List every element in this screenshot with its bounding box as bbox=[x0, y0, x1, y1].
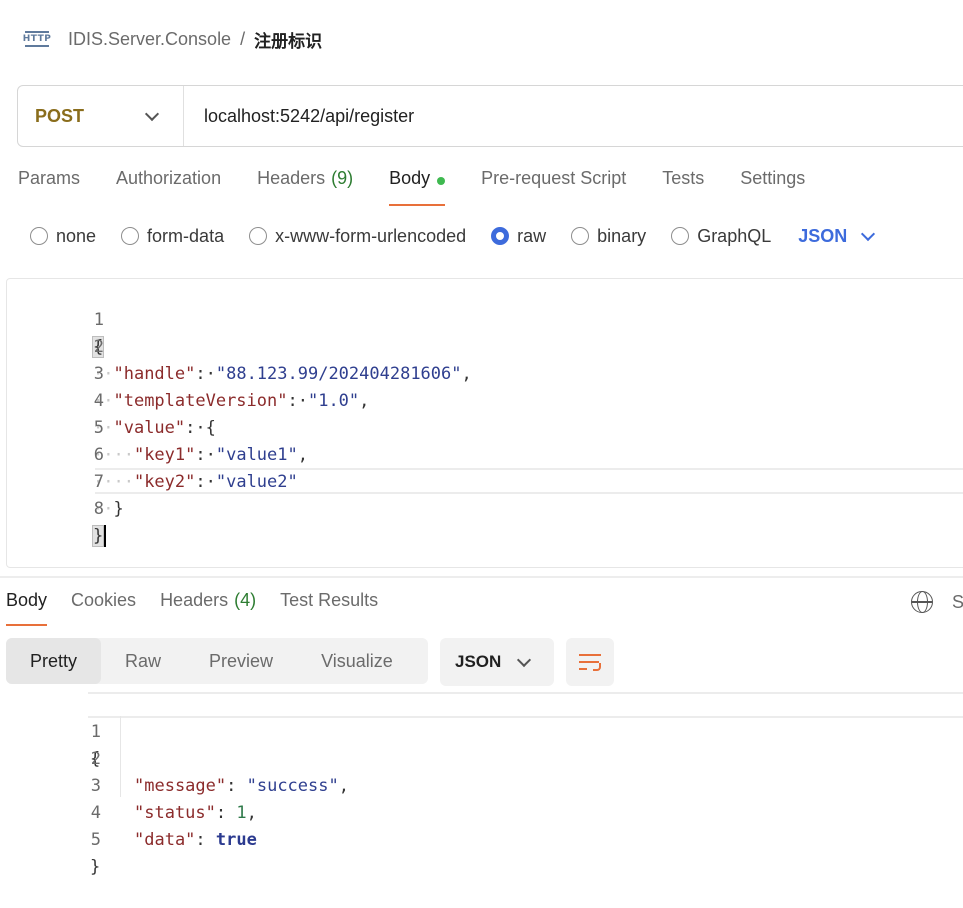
tab-params[interactable]: Params bbox=[18, 168, 80, 206]
response-view-selector: Pretty Raw Preview Visualize bbox=[6, 638, 428, 684]
code-line: 3 ··"templateVersion":·"1.0", bbox=[7, 334, 963, 411]
tab-authorization[interactable]: Authorization bbox=[116, 168, 221, 206]
response-format-select[interactable]: JSON bbox=[440, 638, 554, 686]
headers-count: (9) bbox=[331, 168, 354, 188]
radio-circle bbox=[571, 227, 590, 245]
wrap-lines-icon-line bbox=[579, 668, 587, 670]
radio-circle bbox=[30, 227, 48, 245]
tab-cookies[interactable]: Cookies bbox=[71, 590, 136, 626]
code-line: 8 } bbox=[7, 469, 963, 547]
request-tabs: Params Authorization Headers (9) Body Pre… bbox=[18, 168, 841, 208]
matched-brace: } bbox=[91, 525, 105, 547]
http-icon: HTTP bbox=[23, 28, 51, 50]
view-raw[interactable]: Raw bbox=[101, 638, 185, 684]
json-boolean: true bbox=[215, 830, 257, 850]
pane-divider[interactable] bbox=[0, 576, 963, 578]
chevron-down-icon bbox=[517, 652, 532, 667]
chevron-down-icon bbox=[144, 106, 160, 121]
request-name[interactable]: 注册标识 bbox=[254, 27, 322, 52]
code-line: 1 { bbox=[0, 692, 963, 769]
tab-test-results[interactable]: Test Results bbox=[280, 590, 378, 626]
indent-guide-line bbox=[120, 716, 121, 797]
tab-response-body[interactable]: Body bbox=[6, 590, 48, 626]
breadcrumb-separator: / bbox=[240, 28, 246, 49]
method-label: POST bbox=[35, 105, 85, 126]
radio-binary[interactable]: binary bbox=[571, 226, 646, 247]
view-preview[interactable]: Preview bbox=[185, 638, 297, 684]
radio-circle bbox=[671, 227, 690, 245]
response-body-viewer[interactable]: 1 { 2 "message": "success", 3 "status": … bbox=[0, 692, 963, 877]
code-line: 3 "status": 1, bbox=[0, 746, 963, 823]
json-brace: } bbox=[113, 499, 124, 519]
method-select[interactable]: POST bbox=[18, 86, 184, 146]
radio-form-data[interactable]: form-data bbox=[121, 226, 224, 247]
headers-count: (4) bbox=[234, 590, 257, 610]
view-visualize[interactable]: Visualize bbox=[297, 638, 417, 684]
tab-pre-request-script[interactable]: Pre-request Script bbox=[481, 168, 626, 206]
code-line: 6 ····"key2":·"value2" bbox=[7, 415, 963, 492]
json-key: "data" bbox=[134, 830, 196, 850]
breadcrumb: HTTP IDIS.Server.Console / 注册标识 bbox=[23, 24, 322, 54]
tab-settings[interactable]: Settings bbox=[740, 168, 805, 206]
radio-circle bbox=[249, 227, 268, 245]
tab-tests[interactable]: Tests bbox=[662, 168, 704, 206]
wrap-lines-icon bbox=[579, 654, 601, 656]
radio-graphql[interactable]: GraphQL bbox=[671, 226, 771, 247]
radio-circle bbox=[121, 227, 140, 245]
chevron-down-icon bbox=[861, 226, 876, 241]
line-number: 5 bbox=[90, 830, 101, 850]
radio-circle-checked bbox=[491, 227, 510, 245]
response-tabs: Body Cookies Headers (4) Test Results bbox=[6, 590, 402, 626]
globe-icon[interactable] bbox=[911, 591, 933, 613]
body-format-select[interactable]: JSON bbox=[798, 226, 876, 247]
code-line: 4 "data": true bbox=[0, 773, 963, 850]
tab-headers[interactable]: Headers (9) bbox=[257, 168, 353, 206]
code-line: 4 ··"value":·{ bbox=[7, 361, 963, 438]
wrap-lines-button[interactable] bbox=[566, 638, 614, 686]
status-text-truncated: S bbox=[952, 592, 963, 612]
code-line: 2 "message": "success", bbox=[0, 719, 963, 796]
text-cursor bbox=[104, 525, 107, 547]
code-line: 1 { bbox=[7, 280, 963, 358]
code-line: 5 } bbox=[0, 800, 963, 877]
body-type-options: none form-data x-www-form-urlencoded raw… bbox=[30, 224, 876, 248]
radio-raw[interactable]: raw bbox=[491, 226, 546, 247]
tab-body[interactable]: Body bbox=[389, 168, 446, 206]
tab-response-headers[interactable]: Headers (4) bbox=[160, 590, 256, 626]
code-line: 5 ····"key1":·"value1", bbox=[7, 388, 963, 465]
body-indicator-dot bbox=[437, 177, 446, 185]
breadcrumb-collection[interactable]: IDIS.Server.Console bbox=[68, 29, 231, 50]
radio-x-www-form-urlencoded[interactable]: x-www-form-urlencoded bbox=[249, 226, 466, 247]
code-line: 7 ··} bbox=[7, 442, 963, 519]
url-input[interactable]: localhost:5242/api/register bbox=[184, 106, 414, 127]
json-brace: } bbox=[90, 857, 101, 877]
request-body-editor[interactable]: 1 { 2 ··"handle":·"88.123.99/20240428160… bbox=[6, 278, 963, 568]
radio-none[interactable]: none bbox=[30, 226, 96, 247]
url-bar: POST localhost:5242/api/register bbox=[17, 85, 963, 147]
view-pretty[interactable]: Pretty bbox=[6, 638, 102, 684]
line-number: 8 bbox=[93, 499, 104, 519]
wrap-lines-icon-arrow bbox=[593, 663, 601, 671]
code-line: 2 ··"handle":·"88.123.99/202404281606", bbox=[7, 307, 963, 384]
